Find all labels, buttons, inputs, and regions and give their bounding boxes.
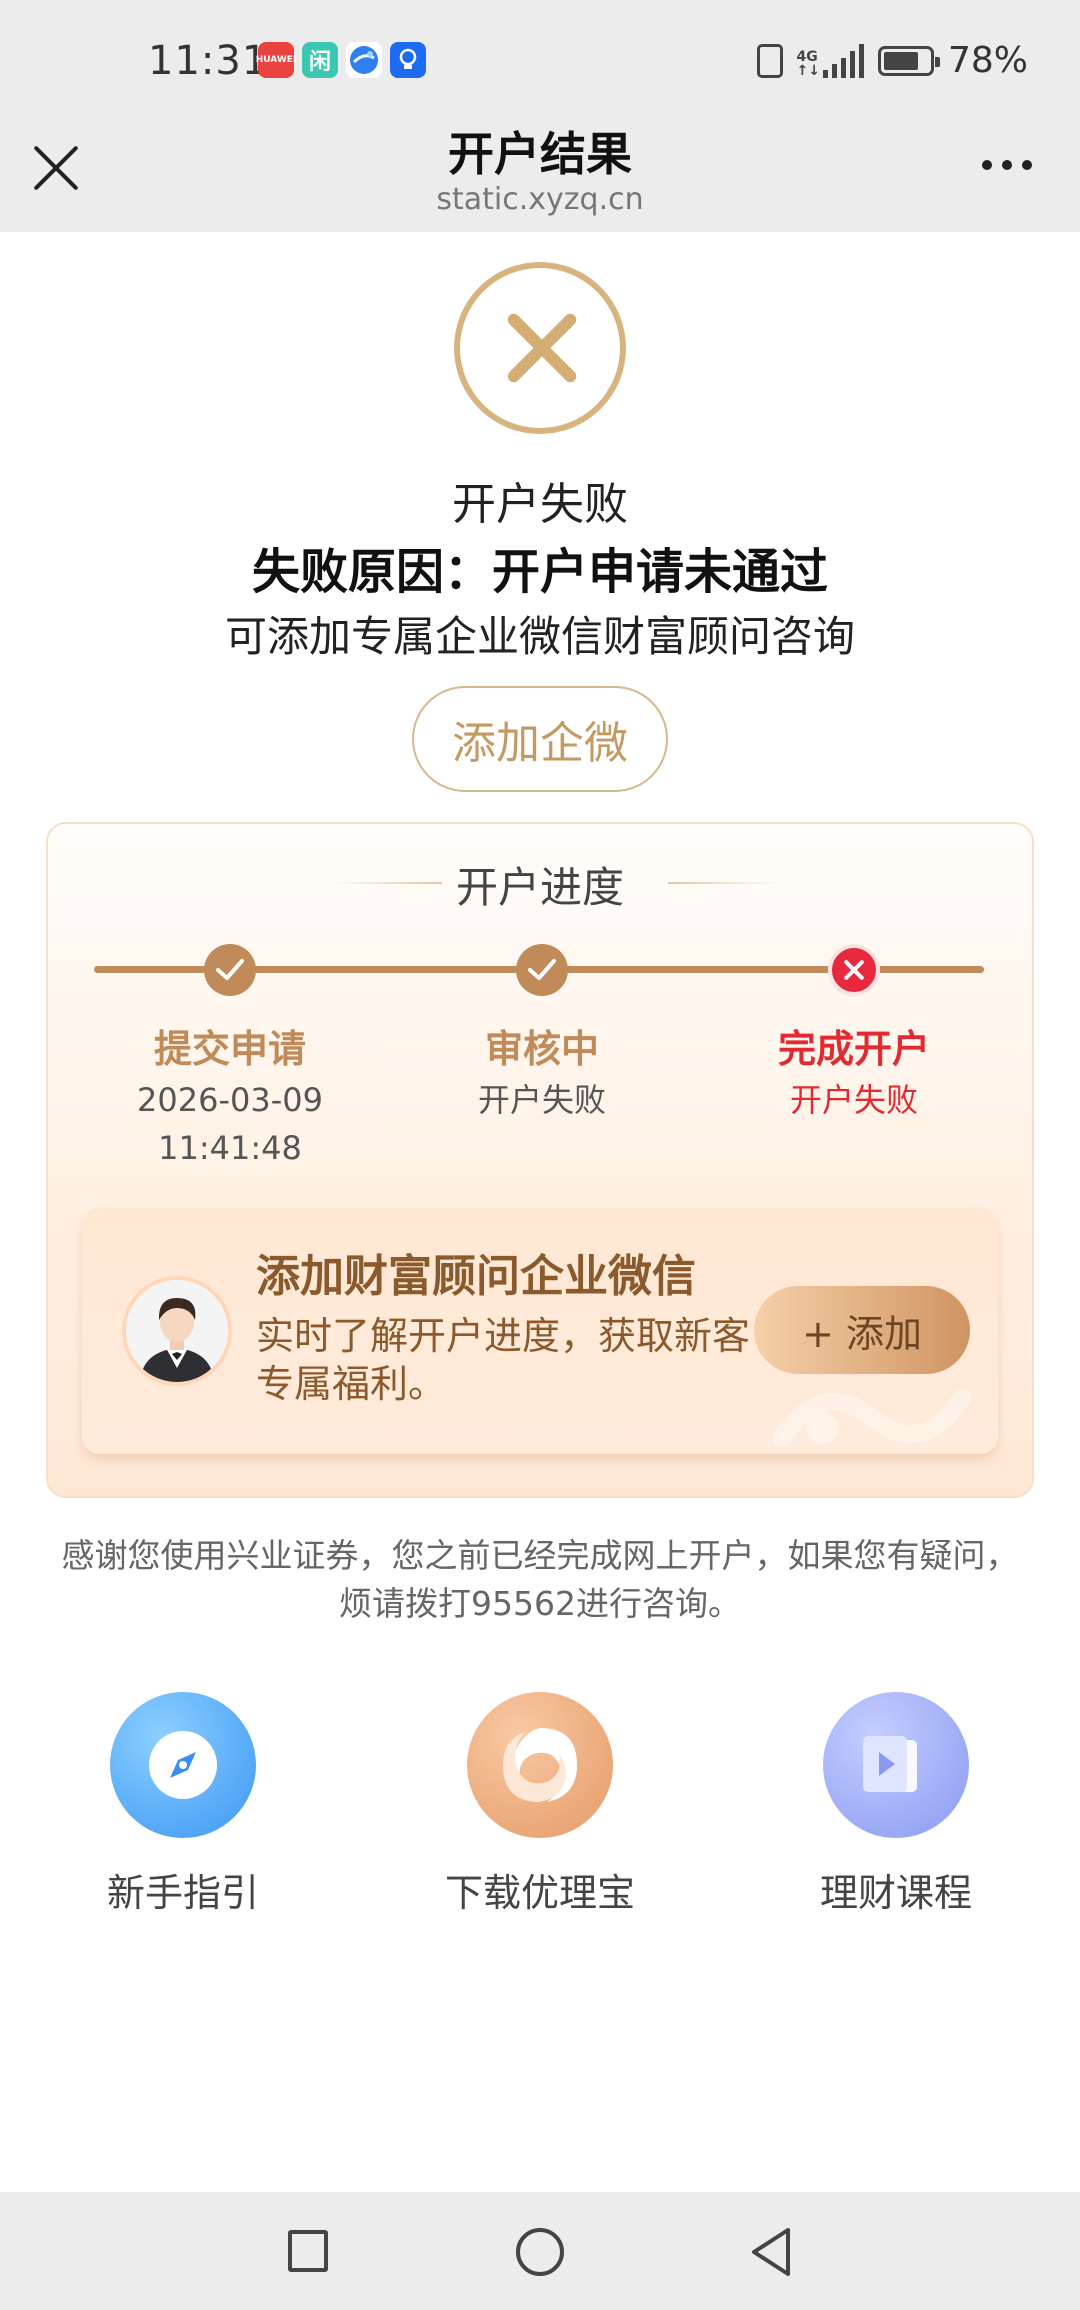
shortcut-finance-course[interactable]: 理财课程	[766, 1692, 1026, 1917]
add-wecom-button[interactable]: 添加企微	[412, 686, 668, 792]
failure-reason: 失败原因：开户申请未通过	[251, 544, 828, 600]
browser-icon	[346, 42, 382, 78]
title-divider-right	[668, 882, 778, 884]
advisor-title: 添加财富顾问企业微信	[256, 1251, 696, 1302]
step-time-value: 11:41:48	[158, 1129, 302, 1167]
huawei-appgallery-icon: HUAWEI	[256, 42, 296, 78]
shortcut-beginner-guide[interactable]: 新手指引	[53, 1692, 313, 1917]
progress-title: 开户进度	[455, 863, 624, 912]
advisor-avatar	[122, 1276, 232, 1386]
add-advisor-button[interactable]: + 添加	[754, 1286, 970, 1374]
shortcut-label: 理财课程	[819, 1871, 972, 1915]
system-nav-bar	[0, 2192, 1080, 2310]
step-done-check-icon	[516, 944, 568, 996]
step-status: 开户失败	[789, 1081, 918, 1119]
page-domain: static.xyzq.cn	[436, 182, 644, 217]
more-options-icon[interactable]	[982, 160, 1032, 170]
step-done-check-icon	[204, 944, 256, 996]
progress-card: 开户进度 提交申请 2026-03-09 11:41:48 审核中 开户失败 完…	[46, 822, 1034, 1498]
step-date-value: 2026-03-09	[137, 1081, 323, 1119]
back-icon[interactable]	[748, 2226, 792, 2278]
video-course-icon	[823, 1692, 969, 1838]
step-label: 提交申请	[153, 1027, 306, 1071]
failure-icon	[454, 262, 626, 434]
step-date: 2026-03-09 11:41:48	[80, 1076, 380, 1172]
thanks-note: 感谢您使用兴业证券，您之前已经完成网上开户，如果您有疑问，烦请拨打95562进行…	[61, 1536, 1019, 1623]
battery-percent: 78%	[947, 40, 1028, 81]
step-label: 完成开户	[777, 1027, 930, 1071]
app-logo-icon	[467, 1692, 613, 1838]
shortcut-label: 新手指引	[106, 1871, 259, 1915]
status-indicators: 4G ↑↓ 78%	[756, 40, 1028, 81]
result-title: 开户失败	[452, 479, 628, 530]
page-title: 开户结果	[448, 127, 632, 181]
step-status: 开户失败	[477, 1081, 606, 1119]
step-label: 审核中	[484, 1027, 599, 1071]
xianyu-icon: 闲	[302, 42, 338, 78]
advisor-description: 实时了解开户进度，获取新客专属福利。	[256, 1314, 751, 1406]
vibrate-icon	[756, 43, 783, 78]
result-tip: 可添加专属企业微信财富顾问咨询	[224, 612, 855, 661]
lightbulb-icon	[390, 42, 426, 78]
advisor-banner[interactable]: 添加财富顾问企业微信 实时了解开户进度，获取新客专属福利。 + 添加	[82, 1208, 998, 1454]
shortcut-label: 下载优理宝	[444, 1871, 635, 1915]
shortcut-download-app[interactable]: 下载优理宝	[410, 1692, 670, 1917]
top-bar: 11:31 HUAWEI 闲 4G ↑↓ 78% 开户结果 static.xyzq…	[0, 0, 1080, 232]
signal-icon: 4G ↑↓	[797, 43, 864, 78]
compass-icon	[110, 1692, 256, 1838]
home-icon[interactable]	[516, 2228, 564, 2276]
battery-icon	[877, 45, 940, 76]
step-failed-x-icon	[828, 944, 880, 996]
status-time: 11:31	[148, 38, 269, 84]
recent-apps-icon[interactable]	[288, 2230, 328, 2272]
